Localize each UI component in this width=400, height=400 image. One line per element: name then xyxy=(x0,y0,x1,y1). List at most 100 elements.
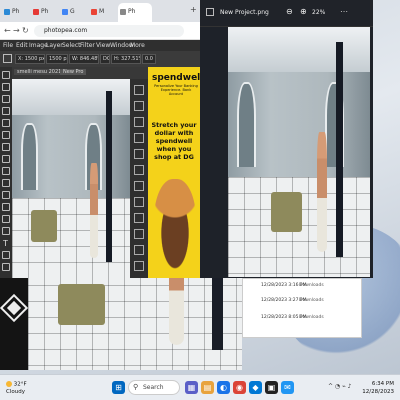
magic-wand-icon[interactable] xyxy=(2,107,10,115)
menu-view[interactable]: View xyxy=(96,42,110,49)
forward-icon[interactable]: → xyxy=(13,26,20,35)
menu-select[interactable]: Select xyxy=(62,42,81,49)
info-icon[interactable] xyxy=(134,213,144,223)
photos-icon[interactable]: ▣ xyxy=(265,381,278,394)
link-toggle[interactable]: DG xyxy=(100,54,110,64)
document-tabs: smelli mesu 2021 New Pro xyxy=(12,67,148,79)
zoom-level: 22% xyxy=(312,9,326,16)
gradient-tool-icon[interactable] xyxy=(2,191,10,199)
menu-bar: File Edit Image Layer Select Filter View… xyxy=(0,40,200,51)
eyedropper-icon[interactable] xyxy=(2,131,10,139)
advertisement[interactable]: spendwell Personalize Your Banking Exper… xyxy=(148,67,200,278)
search-box[interactable]: ⚲ Search xyxy=(128,380,180,395)
clock[interactable]: 6:34 PM 12/28/2023 xyxy=(362,380,394,396)
photos-app-icon xyxy=(206,8,214,16)
y-field[interactable]: 1500 px xyxy=(46,54,68,64)
start-icon[interactable]: ⊞ xyxy=(112,381,125,394)
height-field[interactable]: H: 327.51% xyxy=(111,54,141,64)
browser-tab-active[interactable]: Ph xyxy=(118,3,152,22)
doc-tab[interactable]: smelli mesu 2021 xyxy=(14,69,65,75)
type-tool-icon[interactable]: T xyxy=(3,239,8,248)
viewer-title: New Project.png xyxy=(220,9,269,16)
side-panel xyxy=(130,79,148,278)
adjustments-icon[interactable] xyxy=(134,133,144,143)
mail-icon[interactable]: ✉ xyxy=(281,381,294,394)
pen-tool-icon[interactable] xyxy=(2,227,10,235)
healing-tool-icon[interactable] xyxy=(2,143,10,151)
clone-stamp-icon[interactable] xyxy=(2,167,10,175)
menu-edit[interactable]: Edit xyxy=(16,42,28,49)
edge-icon[interactable]: ◐ xyxy=(217,381,230,394)
swatches-icon[interactable] xyxy=(134,117,144,127)
browser-tab[interactable]: M xyxy=(89,3,117,22)
blur-tool-icon[interactable] xyxy=(2,203,10,211)
youtube-icon xyxy=(33,9,39,15)
history-icon[interactable] xyxy=(134,85,144,95)
system-tray-icon[interactable]: ^ ◔ ⌁ ♪ xyxy=(328,383,351,390)
paragraph-icon[interactable] xyxy=(134,197,144,207)
zoom-in-icon[interactable]: ⊕ xyxy=(300,7,307,16)
taskbar: 32°F Cloudy ⊞ ⚲ Search ▦ ▤ ◐ ◉ ◆ ▣ ✉ ^ ◔… xyxy=(0,374,400,400)
transform-icon[interactable] xyxy=(3,54,12,63)
x-field[interactable]: X: 1500 px xyxy=(15,54,45,64)
weather-desc: Cloudy xyxy=(6,388,25,395)
store-icon[interactable]: ◆ xyxy=(249,381,262,394)
eraser-icon[interactable] xyxy=(2,179,10,187)
url-field[interactable]: photopea.com xyxy=(34,25,184,37)
back-icon[interactable]: ← xyxy=(4,26,11,35)
list-item[interactable]: 12/28/2023 8:05 PM Downloads xyxy=(261,315,324,320)
toolbox: T xyxy=(0,67,12,278)
channels-icon[interactable] xyxy=(134,245,144,255)
list-item[interactable]: 12/28/2023 3:16 PM Downloads xyxy=(261,283,324,288)
google-icon xyxy=(62,9,68,15)
clock-date: 12/28/2023 xyxy=(362,389,394,395)
menu-more[interactable]: More xyxy=(130,42,145,49)
width-field[interactable]: W: 846.48% xyxy=(69,54,99,64)
background-image-window xyxy=(28,278,242,370)
downloads-list: 12/28/2023 3:16 PM Downloads 12/28/2023 3… xyxy=(242,278,362,338)
ad-logo: spendwell xyxy=(152,73,200,83)
navigator-icon[interactable] xyxy=(134,229,144,239)
widgets-icon[interactable]: ▦ xyxy=(185,381,198,394)
marquee-tool-icon[interactable] xyxy=(2,83,10,91)
browser-tab[interactable]: Ph xyxy=(2,3,30,22)
room-image xyxy=(28,278,242,370)
angle-field[interactable]: 0.0 xyxy=(142,54,156,64)
layers-icon[interactable] xyxy=(134,101,144,111)
dodge-tool-icon[interactable] xyxy=(2,215,10,223)
canvas[interactable] xyxy=(12,79,130,278)
crop-tool-icon[interactable] xyxy=(2,119,10,127)
ad-subtitle: Personalize Your Banking Experience. Ban… xyxy=(154,84,198,96)
doc-tab-active[interactable]: New Pro xyxy=(60,69,87,75)
paths-icon[interactable] xyxy=(134,261,144,271)
brush-panel-icon[interactable] xyxy=(134,165,144,175)
browser-tab[interactable]: Ph xyxy=(31,3,59,22)
address-bar-row: ← → ↻ photopea.com xyxy=(0,22,200,40)
move-tool-icon[interactable] xyxy=(2,71,10,79)
menu-filter[interactable]: Filter xyxy=(80,42,95,49)
weather-icon xyxy=(6,381,12,387)
tab-bar: Ph Ph G M Ph + xyxy=(0,0,200,22)
chrome-icon[interactable]: ◉ xyxy=(233,381,246,394)
brush-tool-icon[interactable] xyxy=(2,155,10,163)
photopea-app: File Edit Image Layer Select Filter View… xyxy=(0,40,200,278)
menu-image[interactable]: Image xyxy=(29,42,48,49)
weather-widget[interactable]: 32°F Cloudy xyxy=(6,381,27,396)
menu-file[interactable]: File xyxy=(3,42,13,49)
character-icon[interactable] xyxy=(134,181,144,191)
more-options-icon[interactable]: ⋯ xyxy=(340,7,348,16)
file-explorer-icon[interactable]: ▤ xyxy=(201,381,214,394)
viewer-image[interactable] xyxy=(228,27,370,277)
reload-icon[interactable]: ↻ xyxy=(22,26,29,35)
list-item[interactable]: 12/28/2023 3:27 PM Downloads xyxy=(261,298,324,303)
zoom-out-icon[interactable]: ⊖ xyxy=(286,7,293,16)
lasso-tool-icon[interactable] xyxy=(2,95,10,103)
path-select-icon[interactable] xyxy=(2,251,10,259)
new-tab-icon[interactable]: + xyxy=(190,5,197,14)
search-icon: ⚲ xyxy=(133,383,139,391)
browser-tab[interactable]: G xyxy=(60,3,88,22)
hand-tool-icon[interactable] xyxy=(2,263,10,271)
image-viewer-window: New Project.png ⊖ ⊕ 22% ⋯ xyxy=(200,0,373,278)
menu-layer[interactable]: Layer xyxy=(46,42,63,49)
properties-icon[interactable] xyxy=(134,149,144,159)
